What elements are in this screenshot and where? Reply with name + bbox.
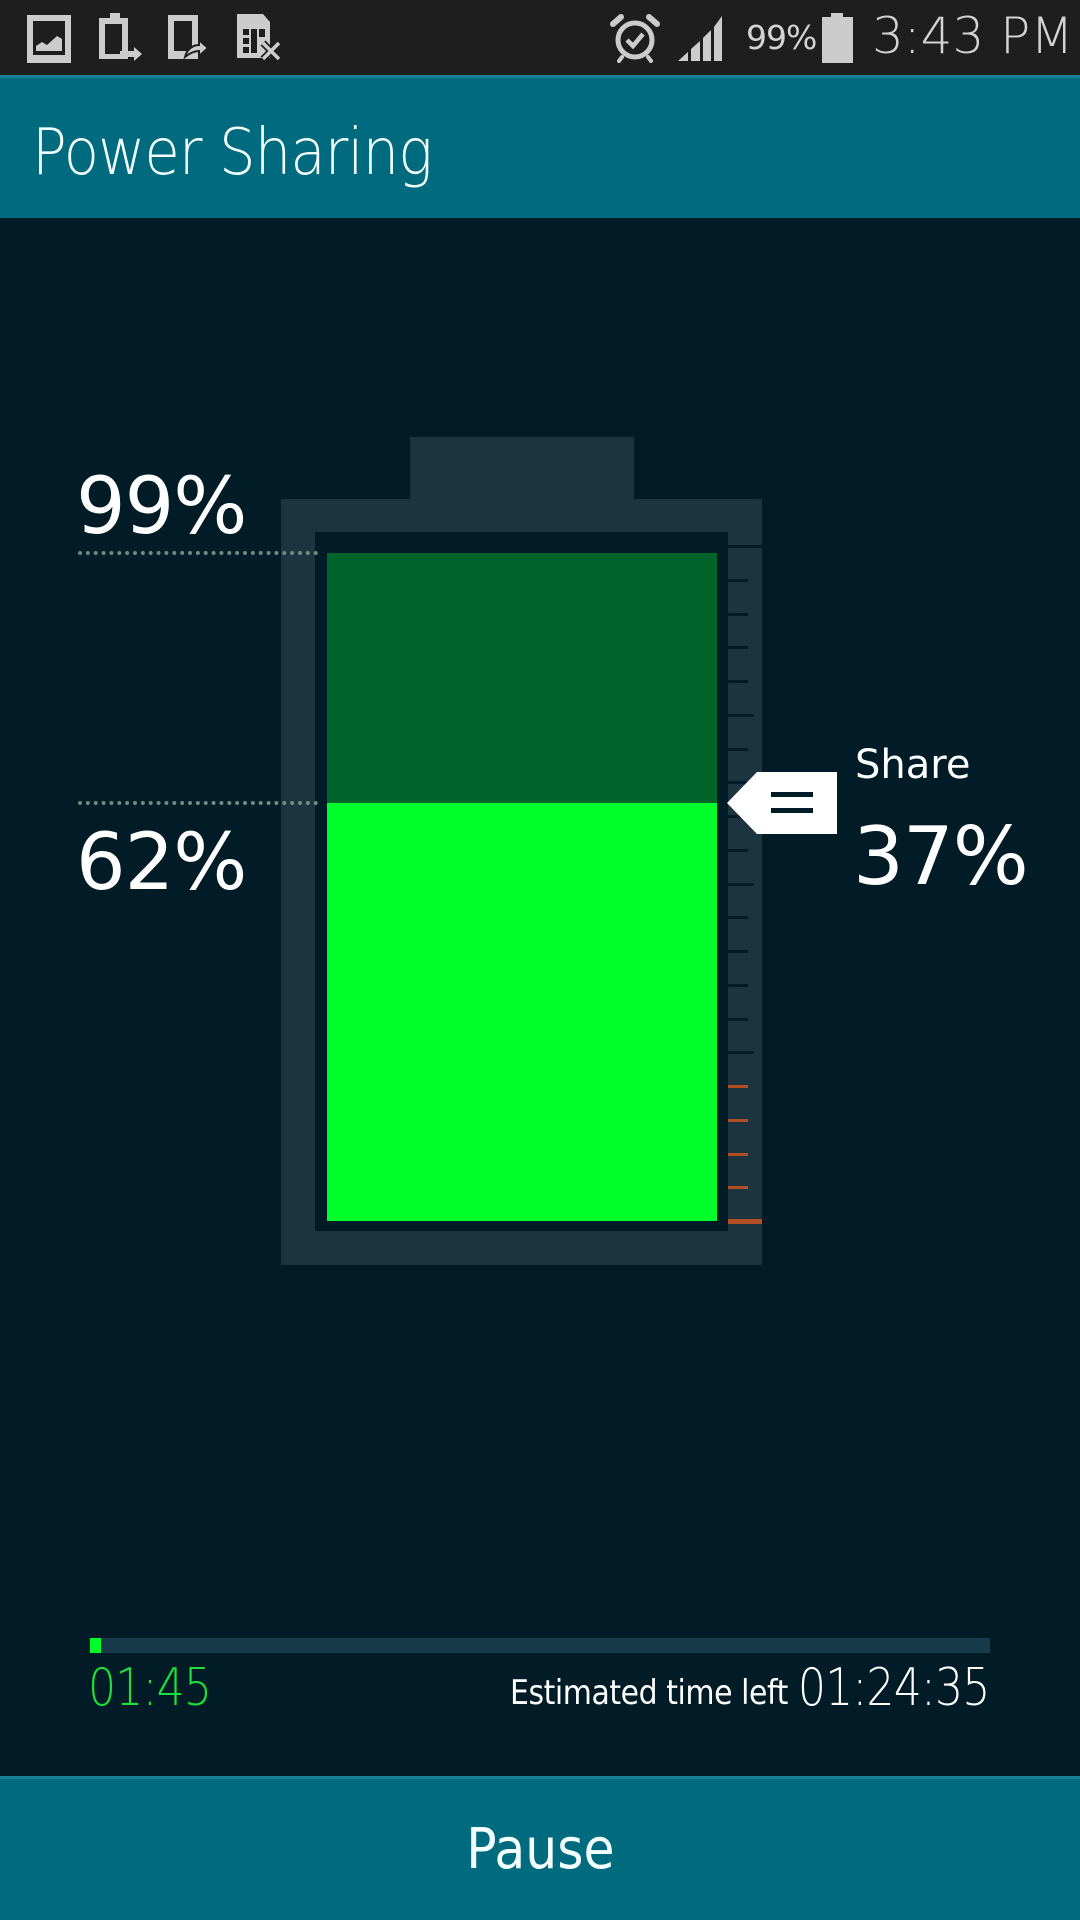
battery-scale-tick (728, 578, 748, 582)
sim-card-error-icon (237, 14, 282, 62)
battery-scale-tick (728, 680, 748, 683)
battery-scale-tick (728, 1186, 748, 1190)
gallery-icon (27, 15, 71, 63)
battery-scale-tick (728, 950, 748, 953)
battery-scale-tick (728, 1219, 762, 1224)
battery-transfer-icon (99, 13, 142, 61)
battery-scale-tick (728, 1152, 748, 1156)
transfer-progress-bar (90, 1638, 990, 1653)
battery-scale-tick (728, 545, 762, 548)
status-battery-percent: 99% (746, 18, 817, 57)
app-header: Power Sharing (0, 75, 1080, 218)
share-value: 37% (853, 810, 1029, 903)
battery-scale-tick (728, 848, 748, 852)
drag-handle-icon (771, 791, 813, 797)
battery-scale-tick (728, 916, 748, 920)
battery-scale-tick (728, 983, 748, 987)
battery-scale-tick (728, 1051, 754, 1055)
status-time: 3:43 PM (872, 7, 1074, 65)
page-title: Power Sharing (32, 116, 433, 190)
alarm-icon (610, 14, 660, 63)
battery-scale-tick (728, 646, 748, 650)
battery-fill-after-share (327, 802, 717, 1221)
target-level-line (78, 800, 318, 805)
share-level-slider-handle[interactable] (727, 771, 837, 834)
pause-button-label: Pause (465, 1817, 615, 1882)
battery-scale-tick (728, 1085, 748, 1088)
pause-button[interactable]: Pause (0, 1776, 1080, 1920)
battery-scale-tick (728, 612, 748, 616)
battery-cap (410, 437, 634, 500)
target-level-label: 62% (76, 818, 247, 908)
start-level-label: 99% (76, 462, 247, 552)
estimated-time-value: 01:24:35 (798, 1658, 991, 1718)
battery-scale-tick (728, 1118, 748, 1122)
battery-icon (822, 13, 853, 63)
transfer-progress-fill (90, 1638, 101, 1653)
battery-scale-tick (728, 713, 754, 717)
battery-scale-tick (728, 882, 754, 886)
share-label: Share (855, 742, 971, 788)
status-bar: 99% 3:43 PM (0, 0, 1080, 75)
phone-share-icon (168, 15, 210, 60)
signal-icon (678, 16, 722, 61)
battery-fill-shared-portion (327, 552, 717, 803)
estimated-time-label: Estimated time left (510, 1673, 788, 1713)
battery-scale-tick (728, 747, 748, 751)
elapsed-time: 01:45 (88, 1658, 212, 1718)
battery-scale-tick (728, 1017, 748, 1021)
